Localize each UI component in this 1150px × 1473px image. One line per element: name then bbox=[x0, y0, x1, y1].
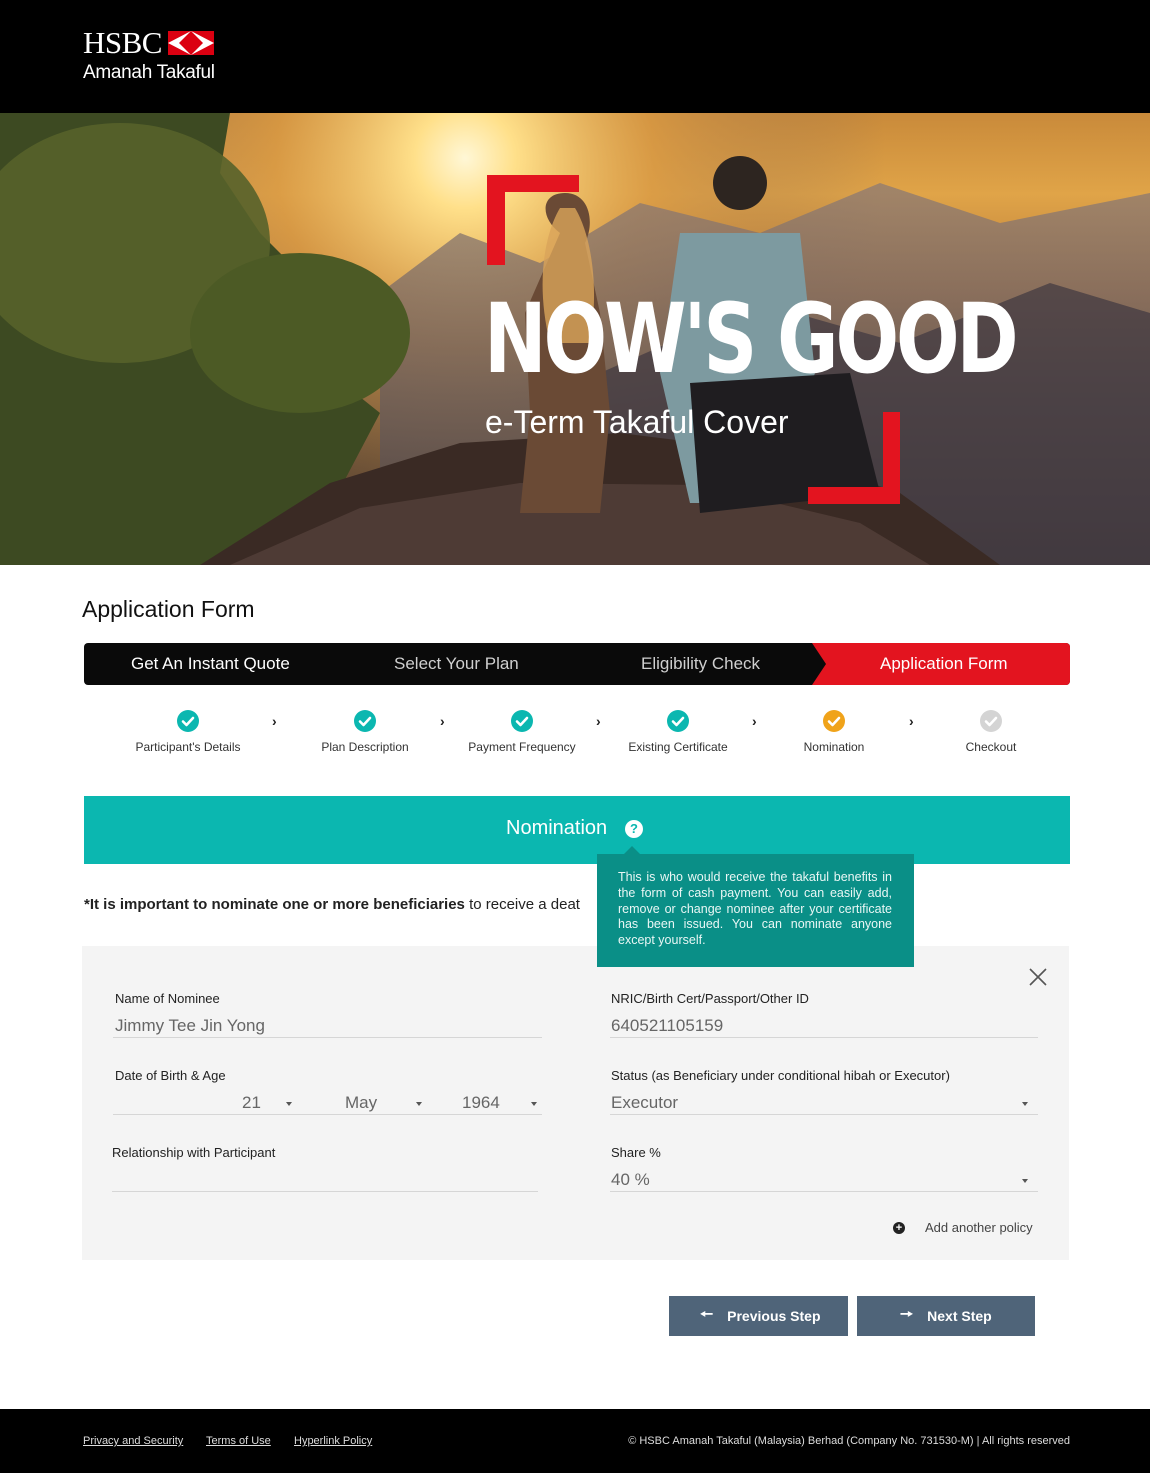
substep-checkout[interactable]: Checkout bbox=[916, 710, 1066, 754]
copyright-text: © HSBC Amanah Takaful (Malaysia) Berhad … bbox=[628, 1435, 1070, 1447]
chevron-down-icon bbox=[286, 1102, 292, 1106]
check-circle-icon bbox=[980, 710, 1002, 732]
substep-payment-frequency[interactable]: Payment Frequency bbox=[447, 710, 597, 754]
step-select-plan[interactable]: Select Your Plan bbox=[394, 643, 519, 685]
chevron-right-icon: › bbox=[440, 713, 445, 729]
name-of-nominee-label: Name of Nominee bbox=[115, 991, 220, 1006]
date-of-birth-label: Date of Birth & Age bbox=[115, 1068, 226, 1083]
step-get-instant-quote[interactable]: Get An Instant Quote bbox=[131, 643, 290, 685]
substep-existing-certificate[interactable]: Existing Certificate bbox=[603, 710, 753, 754]
chevron-right-icon: › bbox=[272, 713, 277, 729]
check-circle-icon bbox=[354, 710, 376, 732]
name-of-nominee-input[interactable]: Jimmy Tee Jin Yong bbox=[115, 1016, 265, 1036]
substep-participants-details[interactable]: Participant's Details bbox=[113, 710, 263, 754]
close-icon[interactable] bbox=[1028, 967, 1048, 987]
status-select[interactable]: Executor bbox=[611, 1093, 678, 1113]
hero-subtitle: e-Term Takaful Cover bbox=[485, 404, 789, 440]
status-label: Status (as Beneficiary under conditional… bbox=[611, 1068, 950, 1083]
check-circle-icon bbox=[823, 710, 845, 732]
chevron-down-icon bbox=[1022, 1102, 1028, 1106]
substep-label: Payment Frequency bbox=[468, 740, 576, 754]
nominee-form-panel bbox=[82, 946, 1069, 1260]
substep-label: Nomination bbox=[803, 740, 865, 754]
chevron-down-icon bbox=[416, 1102, 422, 1106]
main-progress-bar: Get An Instant Quote Select Your Plan El… bbox=[84, 643, 1070, 685]
plus-circle-icon: + bbox=[893, 1221, 905, 1234]
page-title: Application Form bbox=[82, 596, 255, 622]
add-policy-label: Add another policy bbox=[925, 1220, 1033, 1235]
logo-hsbc-text: HSBC bbox=[83, 25, 162, 60]
dob-month-select[interactable]: May bbox=[345, 1093, 377, 1113]
hero-title: NOW'S GOOD bbox=[484, 283, 1019, 395]
next-step-label: Next Step bbox=[927, 1308, 992, 1324]
step-eligibility-check[interactable]: Eligibility Check bbox=[641, 643, 760, 685]
dob-year-select[interactable]: 1964 bbox=[462, 1093, 500, 1113]
substep-nomination[interactable]: Nomination bbox=[759, 710, 909, 754]
top-header: HSBC Amanah Takaful bbox=[0, 0, 1150, 113]
substep-label: Existing Certificate bbox=[628, 740, 728, 754]
arrow-left-icon: 🠔 bbox=[700, 1305, 714, 1323]
id-number-input[interactable]: 640521105159 bbox=[611, 1016, 723, 1036]
next-step-button[interactable]: 🠖 Next Step bbox=[857, 1296, 1035, 1336]
relationship-input[interactable] bbox=[112, 1170, 538, 1190]
hero-banner: NOW'S GOOD e-Term Takaful Cover bbox=[0, 113, 1150, 565]
relationship-label: Relationship with Participant bbox=[112, 1145, 276, 1160]
add-another-policy-button[interactable]: + Add another policy bbox=[893, 1220, 1033, 1235]
id-number-label: NRIC/Birth Cert/Passport/Other ID bbox=[611, 991, 809, 1006]
hsbc-amanah-logo[interactable]: HSBC Amanah Takaful bbox=[83, 26, 215, 84]
logo-subtitle: Amanah Takaful bbox=[83, 62, 215, 83]
check-circle-icon bbox=[177, 710, 199, 732]
substep-label: Checkout bbox=[965, 740, 1017, 754]
chevron-right-icon: › bbox=[909, 713, 914, 729]
share-percent-label: Share % bbox=[611, 1145, 661, 1160]
chevron-down-icon bbox=[1022, 1179, 1028, 1183]
footer-link-hyperlink-policy[interactable]: Hyperlink Policy bbox=[294, 1435, 372, 1447]
previous-step-label: Previous Step bbox=[727, 1308, 821, 1324]
hsbc-hexagon-icon bbox=[167, 31, 214, 55]
substep-plan-description[interactable]: Plan Description bbox=[290, 710, 440, 754]
nomination-notice: *It is important to nominate one or more… bbox=[84, 896, 604, 913]
nomination-banner: Nomination ? bbox=[84, 796, 1070, 864]
help-tooltip: This is who would receive the takaful be… bbox=[597, 846, 914, 967]
chevron-right-icon: › bbox=[596, 713, 601, 729]
notice-text: to receive a deat bbox=[464, 896, 580, 913]
check-circle-icon bbox=[667, 710, 689, 732]
help-question-icon[interactable]: ? bbox=[625, 820, 643, 838]
check-circle-icon bbox=[511, 710, 533, 732]
previous-step-button[interactable]: 🠔 Previous Step bbox=[669, 1296, 848, 1336]
arrow-right-icon: 🠖 bbox=[900, 1305, 914, 1323]
dob-day-select[interactable]: 21 bbox=[242, 1093, 261, 1113]
step-application-form[interactable]: Application Form bbox=[880, 643, 1008, 685]
notice-bold-text: *It is important to nominate one or more… bbox=[84, 896, 465, 913]
chevron-right-icon: › bbox=[752, 713, 757, 729]
share-percent-select[interactable]: 40 % bbox=[611, 1170, 650, 1190]
footer-link-terms[interactable]: Terms of Use bbox=[206, 1435, 271, 1447]
footer-link-privacy[interactable]: Privacy and Security bbox=[83, 1435, 183, 1447]
substep-label: Plan Description bbox=[321, 740, 409, 754]
section-title: Nomination bbox=[506, 817, 608, 839]
chevron-down-icon bbox=[531, 1102, 537, 1106]
substep-label: Participant's Details bbox=[135, 740, 241, 754]
